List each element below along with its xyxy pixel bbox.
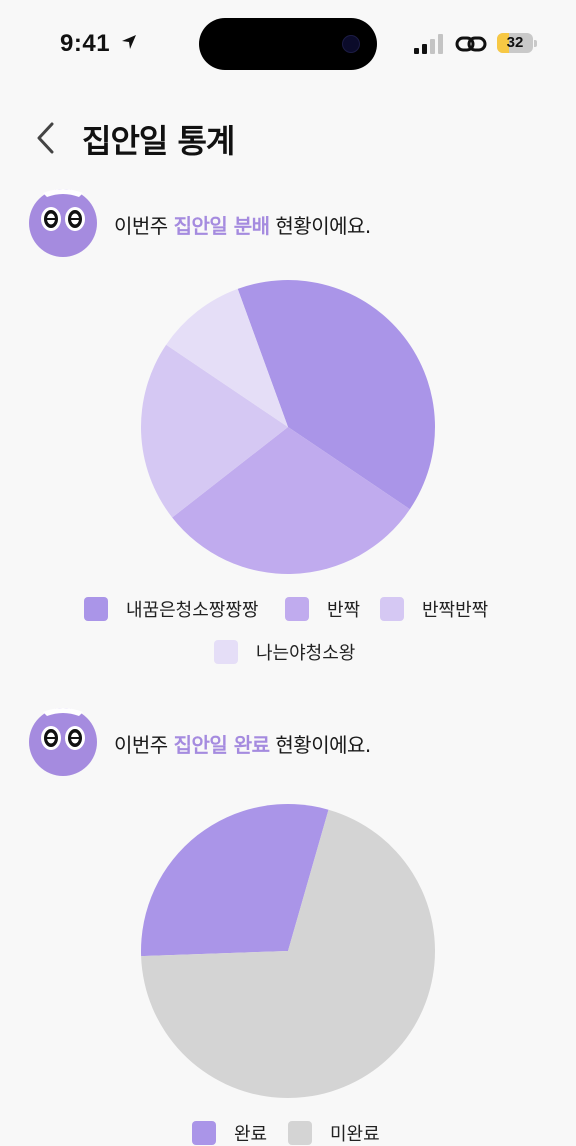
mascot-avatar-icon (29, 189, 97, 257)
location-arrow-icon (122, 35, 136, 49)
legend-label: 미완료 (330, 1124, 380, 1145)
legend-label: 반짝 (327, 600, 361, 621)
status-bar: 9:41 32 (0, 0, 576, 90)
caption-highlight: 집안일 완료 (173, 733, 270, 757)
legend-item-complete: 완료 (192, 1120, 267, 1146)
camera-icon (342, 35, 360, 53)
legend-label: 내꿈은청소짱짱짱 (126, 600, 259, 621)
caption-prefix: 이번주 (114, 733, 174, 757)
battery-cap (534, 40, 537, 47)
legend-swatch (285, 597, 309, 621)
caption-prefix: 이번주 (114, 214, 174, 238)
legend-item-incomplete: 미완료 (288, 1120, 380, 1146)
distribution-caption: 이번주 집안일 분배 현황이에요. (114, 210, 371, 239)
legend-label: 완료 (234, 1124, 268, 1145)
completion-pie-chart (141, 804, 435, 1098)
caption-highlight: 집안일 분배 (173, 214, 270, 238)
legend-swatch (288, 1121, 312, 1145)
legend-item-2: 반짝반짝 (380, 596, 488, 622)
caption-suffix: 현황이에요. (269, 214, 371, 238)
legend-swatch (380, 597, 404, 621)
battery-icon: 32 (497, 33, 533, 53)
legend-label: 반짝반짝 (422, 600, 489, 621)
legend-swatch (192, 1121, 216, 1145)
battery-level: 32 (506, 34, 524, 51)
link-icon (455, 36, 487, 52)
signal-icon (414, 34, 443, 54)
status-time: 9:41 (60, 30, 111, 57)
legend-item-1: 반짝 (285, 596, 360, 622)
caption-suffix: 현황이에요. (269, 733, 371, 757)
legend-item-0: 내꿈은청소짱짱짱 (84, 596, 258, 622)
completion-caption: 이번주 집안일 완료 현황이에요. (114, 729, 371, 758)
legend-label: 나는야청소왕 (256, 643, 356, 664)
distribution-pie-chart (141, 280, 435, 574)
legend-item-3: 나는야청소왕 (214, 639, 355, 665)
page-title: 집안일 통계 (82, 122, 235, 160)
legend-swatch (84, 597, 108, 621)
mascot-avatar-icon (29, 708, 97, 776)
legend-swatch (214, 640, 238, 664)
chevron-left-icon[interactable] (32, 120, 62, 156)
